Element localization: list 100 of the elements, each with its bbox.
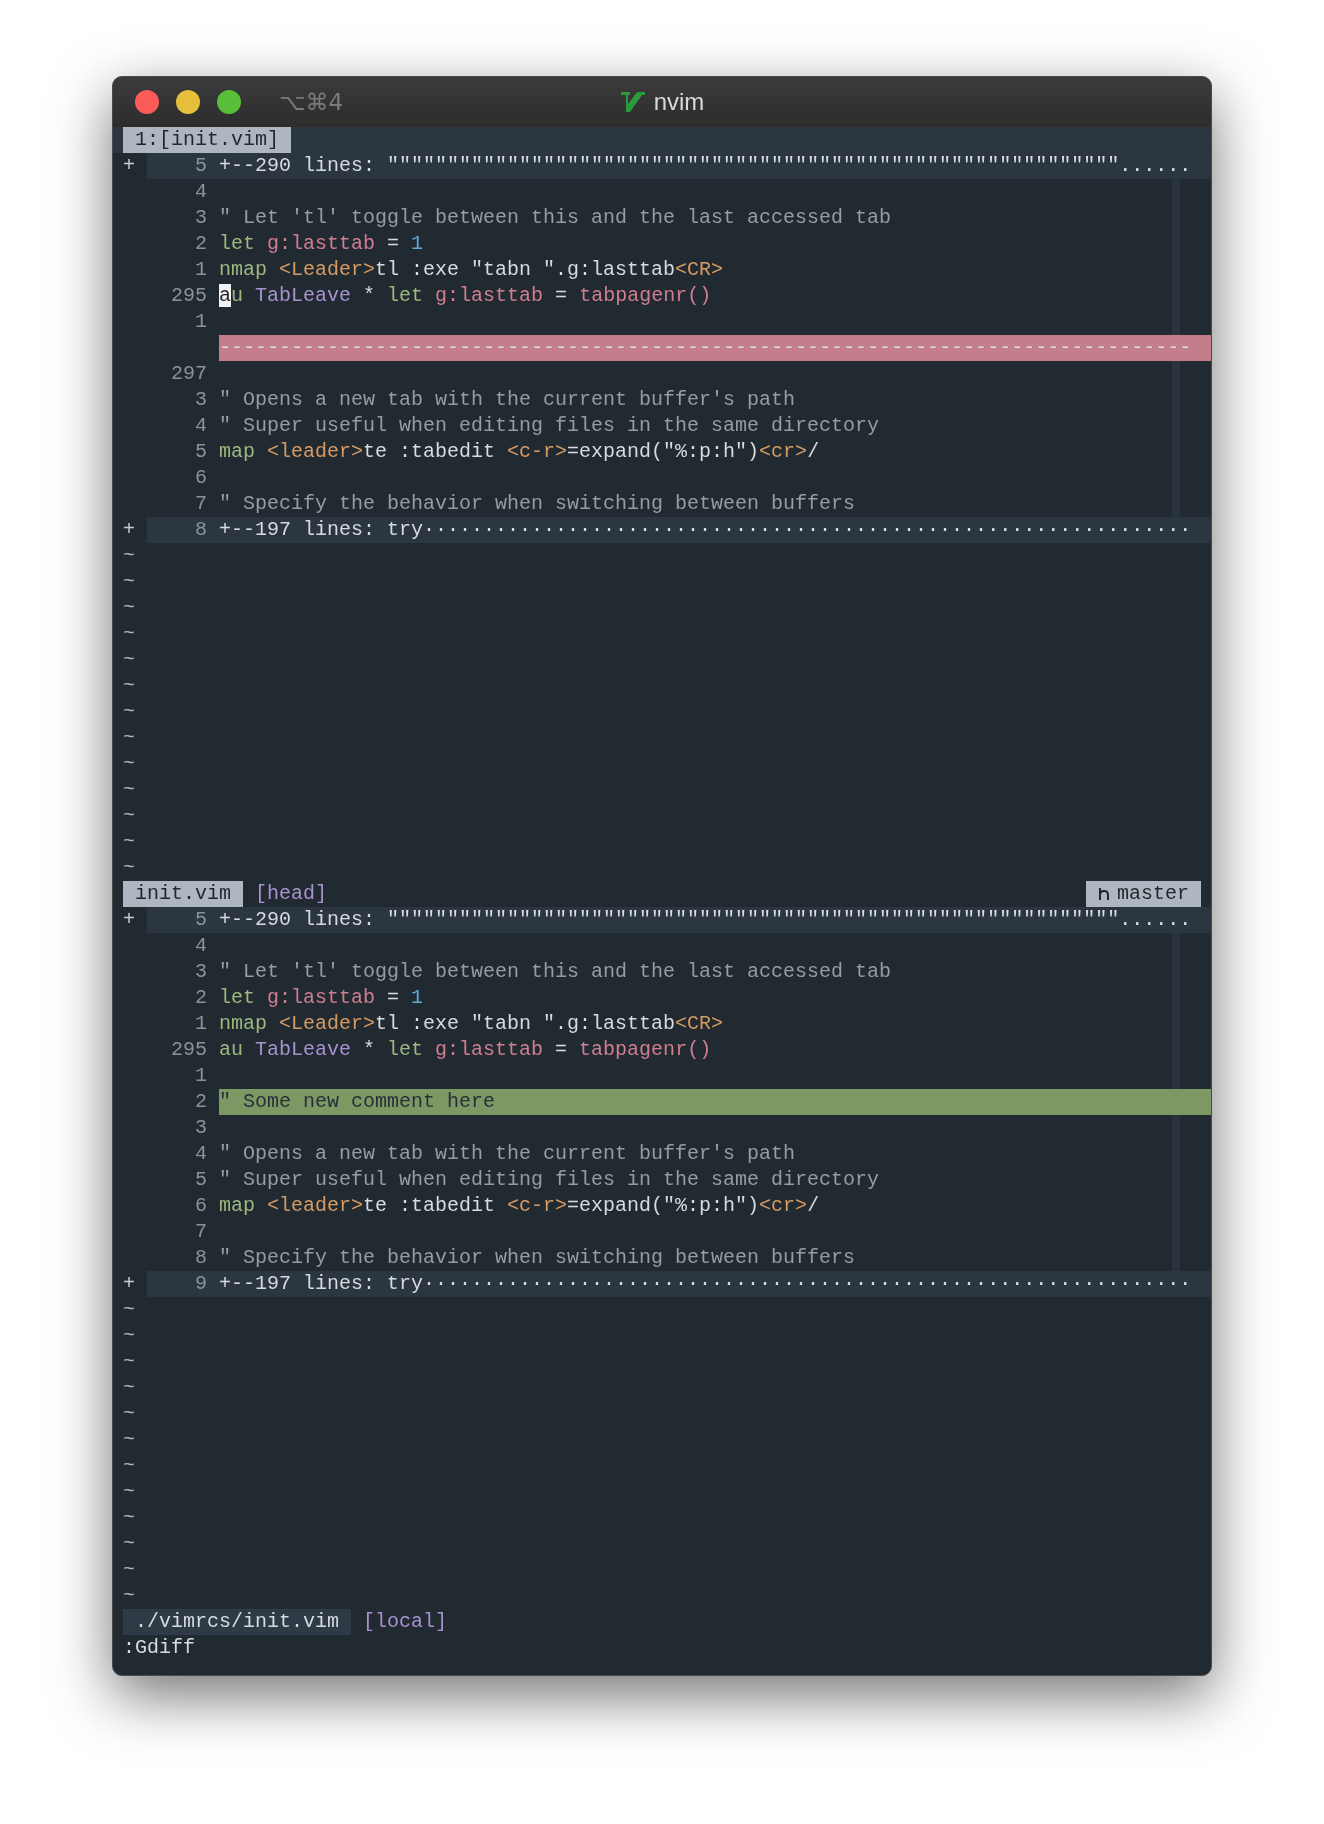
code-token: --------------------------------------------------------------------------------- <box>219 335 1192 361</box>
code-token: g:lasttab <box>435 1037 544 1063</box>
empty-line-tilde: ~ <box>123 1583 135 1609</box>
line-number: 7 <box>194 491 207 517</box>
code-token: " Opens a new tab with the current buffer's path <box>219 387 796 413</box>
code-token: let <box>219 231 256 257</box>
code-token: 1 <box>411 985 424 1011</box>
line-number: 295 <box>170 1037 207 1063</box>
code-token: tl :exe "tabn ".g:lasttab <box>375 257 676 283</box>
code-token: +--197 lines: try································································ <box>219 517 1192 543</box>
close-button[interactable] <box>135 90 159 114</box>
vim-logo-icon <box>619 90 646 114</box>
code-token: <leader> <box>267 1193 364 1219</box>
code-token: nmap <box>219 1011 268 1037</box>
line-number: 6 <box>194 465 207 491</box>
empty-line-tilde: ~ <box>123 1349 135 1375</box>
code-token: <Leader> <box>279 1011 376 1037</box>
status-tag: [local] <box>363 1607 448 1637</box>
line-number: 5 <box>194 153 207 179</box>
code-token: nmap <box>219 257 268 283</box>
code-token: = <box>386 985 401 1011</box>
status-filename: init.vim <box>123 881 243 907</box>
empty-line-tilde: ~ <box>123 569 135 595</box>
empty-line-tilde: ~ <box>123 621 135 647</box>
line-number: 4 <box>194 1141 207 1167</box>
empty-line-tilde: ~ <box>123 855 135 881</box>
code-token: " Opens a new tab with the current buffer's path <box>219 1141 796 1167</box>
line-number: 2 <box>194 985 207 1011</box>
code-token: map <box>219 439 256 465</box>
line-number: 5 <box>194 439 207 465</box>
empty-line-tilde: ~ <box>123 673 135 699</box>
line-number: 1 <box>194 1063 207 1089</box>
code-token: = <box>554 1037 569 1063</box>
code-token: TabLeave <box>255 1037 352 1063</box>
empty-line-tilde: ~ <box>123 1531 135 1557</box>
code-token: * <box>362 283 377 309</box>
line-number: 9 <box>194 1271 207 1297</box>
code-token: <leader> <box>267 439 364 465</box>
zoom-button[interactable] <box>217 90 241 114</box>
line-number: 3 <box>194 959 207 985</box>
code-token: 1 <box>411 231 424 257</box>
line-number: 4 <box>194 179 207 205</box>
code-token: = <box>554 283 569 309</box>
code-token: =expand("%:p:h") <box>567 439 760 465</box>
tab[interactable]: 1:[init.vim] <box>123 127 292 153</box>
line-number: 2 <box>194 231 207 257</box>
code-token: " Specify the behavior when switching between buffers <box>219 491 856 517</box>
empty-line-tilde: ~ <box>123 751 135 777</box>
code-token: tabpagenr() <box>579 283 712 309</box>
code-token: " Super useful when editing files in the same directory <box>219 413 880 439</box>
empty-line-tilde: ~ <box>123 1479 135 1505</box>
code-token: let <box>219 985 256 1011</box>
code-token: +--197 lines: try································································ <box>219 1271 1192 1297</box>
code-token: TabLeave <box>255 283 352 309</box>
code-token: g:lasttab <box>435 283 544 309</box>
branch-indicator: master <box>1085 881 1201 907</box>
line-number: 1 <box>194 257 207 283</box>
code-token: g:lasttab <box>267 231 376 257</box>
code-token: let <box>387 1037 425 1063</box>
command-line[interactable]: :Gdiff <box>123 1633 195 1663</box>
code-token: tabpagenr() <box>579 1037 712 1063</box>
empty-line-tilde: ~ <box>123 777 135 803</box>
line-number: 3 <box>194 1115 207 1141</box>
empty-line-tilde: ~ <box>123 1401 135 1427</box>
empty-line-tilde: ~ <box>123 543 135 569</box>
empty-line-tilde: ~ <box>123 725 135 751</box>
line-number: 4 <box>194 933 207 959</box>
empty-line-tilde: ~ <box>123 803 135 829</box>
line-number: 5 <box>194 907 207 933</box>
code-token: map <box>219 1193 256 1219</box>
line-number: 6 <box>194 1193 207 1219</box>
minimize-button[interactable] <box>176 90 200 114</box>
line-number: 1 <box>194 309 207 335</box>
code-token: / <box>807 439 820 465</box>
code-token: <CR> <box>675 257 724 283</box>
code-token: " Super useful when editing files in the same directory <box>219 1167 880 1193</box>
code-token: = <box>386 231 401 257</box>
code-token: " Some new comment here <box>219 1089 496 1115</box>
code-token: " Specify the behavior when switching between buffers <box>219 1245 856 1271</box>
line-number: 8 <box>194 517 207 543</box>
code-token: te :tabedit <box>363 1193 497 1219</box>
line-number: 3 <box>194 387 207 413</box>
empty-line-tilde: ~ <box>123 829 135 855</box>
empty-line-tilde: ~ <box>123 699 135 725</box>
code-token: au <box>219 283 245 309</box>
line-number: 4 <box>194 413 207 439</box>
empty-line-tilde: ~ <box>123 1557 135 1583</box>
code-token: " Let 'tl' toggle between this and the last accessed tab <box>219 959 892 985</box>
code-token: <Leader> <box>279 257 376 283</box>
empty-line-tilde: ~ <box>123 1505 135 1531</box>
fold-sign: + <box>123 517 135 543</box>
window-title: nvim <box>653 87 705 117</box>
line-number: 8 <box>194 1245 207 1271</box>
status-tag: [head] <box>255 879 328 909</box>
code-token: <cr> <box>759 439 808 465</box>
code-token: au <box>219 1037 244 1063</box>
line-number: 295 <box>170 283 207 309</box>
code-token: " Let 'tl' toggle between this and the last accessed tab <box>219 205 892 231</box>
code-token: +--290 lines: """""""""""""""""""""""""""""""""""""""""""""""""""""""""""""...... <box>219 907 1192 933</box>
code-token: =expand("%:p:h") <box>567 1193 760 1219</box>
